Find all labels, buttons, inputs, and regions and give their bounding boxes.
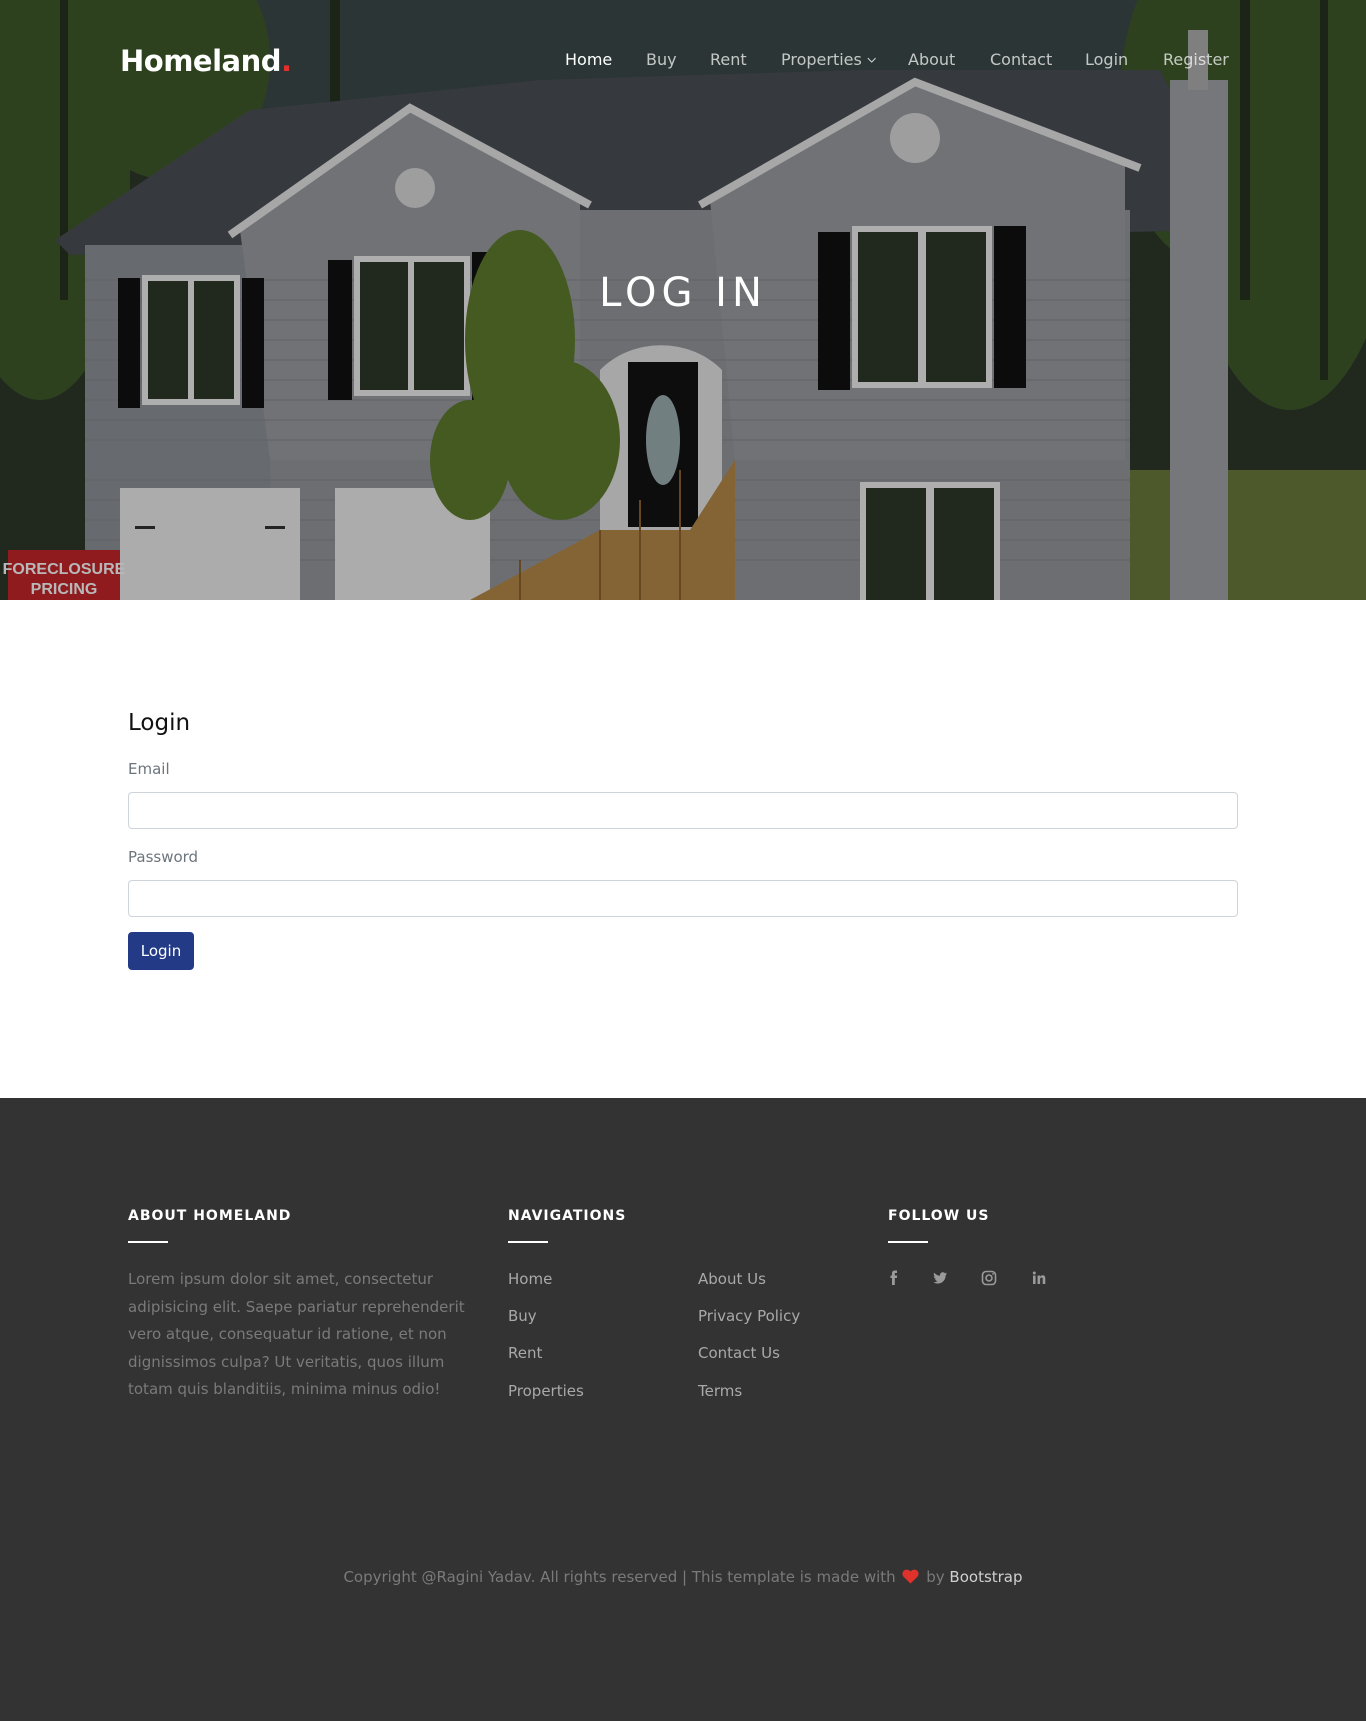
linkedin-icon[interactable] (1029, 1268, 1049, 1288)
footer-link-about-us[interactable]: About Us (698, 1270, 766, 1288)
footer-link-contact-us[interactable]: Contact Us (698, 1344, 780, 1362)
nav-home[interactable]: Home (565, 50, 612, 69)
footer-divider (128, 1241, 168, 1243)
email-label: Email (128, 760, 170, 778)
footer-follow-heading: FOLLOW US (888, 1208, 990, 1224)
footer-link-privacy-policy[interactable]: Privacy Policy (698, 1307, 800, 1325)
instagram-icon[interactable] (979, 1268, 999, 1288)
copyright-text: Copyright @Ragini Yadav. All rights rese… (0, 1568, 1366, 1586)
heart-icon (902, 1569, 920, 1584)
footer-link-rent[interactable]: Rent (508, 1344, 542, 1362)
nav-properties-label: Properties (781, 50, 862, 69)
navbar: Homeland. Home Buy Rent Properties About… (0, 0, 1366, 120)
nav-rent[interactable]: Rent (710, 50, 747, 69)
footer-divider (888, 1241, 928, 1243)
nav-about[interactable]: About (908, 50, 955, 69)
login-button[interactable]: Login (128, 932, 194, 970)
main-nav: Home Buy Rent Properties About Contact L… (0, 50, 1366, 74)
email-field[interactable] (128, 792, 1238, 829)
nav-buy[interactable]: Buy (646, 50, 677, 69)
nav-register[interactable]: Register (1163, 50, 1229, 69)
footer-link-terms[interactable]: Terms (698, 1382, 742, 1400)
password-field[interactable] (128, 880, 1238, 917)
twitter-icon[interactable] (930, 1268, 950, 1288)
nav-contact[interactable]: Contact (990, 50, 1052, 69)
hero-title: LOG IN (599, 270, 767, 316)
footer-about-text: Lorem ipsum dolor sit amet, consectetur … (128, 1270, 465, 1398)
footer-nav-heading: NAVIGATIONS (508, 1208, 627, 1224)
chevron-down-icon (867, 54, 876, 63)
facebook-icon[interactable] (884, 1268, 904, 1288)
footer-about-heading: ABOUT HOMELAND (128, 1208, 292, 1224)
login-heading: Login (128, 710, 191, 736)
footer: ABOUT HOMELAND Lorem ipsum dolor sit ame… (0, 1098, 1366, 1721)
footer-link-home[interactable]: Home (508, 1270, 552, 1288)
copyright-by: by (926, 1568, 945, 1586)
copyright-prefix: Copyright @Ragini Yadav. All rights rese… (343, 1568, 896, 1586)
nav-properties[interactable]: Properties (781, 50, 876, 69)
footer-link-buy[interactable]: Buy (508, 1307, 537, 1325)
bootstrap-link[interactable]: Bootstrap (949, 1568, 1022, 1586)
password-label: Password (128, 848, 199, 866)
footer-divider (508, 1241, 548, 1243)
hero-banner: FORECLOSURE PRICING Homeland. Home Buy R… (0, 0, 1366, 600)
nav-login[interactable]: Login (1085, 50, 1128, 69)
login-section: Login Email Password Login (0, 600, 1366, 1098)
footer-link-properties[interactable]: Properties (508, 1382, 584, 1400)
